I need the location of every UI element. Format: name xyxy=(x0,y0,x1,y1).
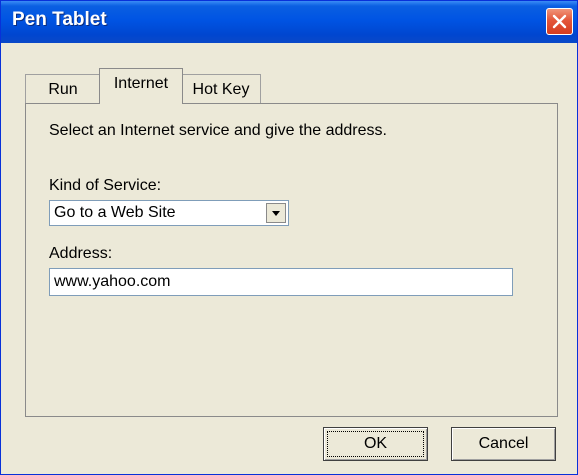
tab-run[interactable]: Run xyxy=(25,74,101,103)
tab-internet[interactable]: Internet xyxy=(99,68,183,104)
title-bar[interactable]: Pen Tablet xyxy=(1,1,577,43)
address-label: Address: xyxy=(49,245,113,262)
close-icon xyxy=(552,14,567,29)
address-field[interactable] xyxy=(49,268,513,296)
pen-tablet-dialog: Pen Tablet Run Internet Hot Key Select a… xyxy=(0,0,578,475)
cancel-button[interactable]: Cancel xyxy=(451,427,556,461)
ok-button-label: OK xyxy=(363,435,388,452)
selected-service: Go to a Web Site xyxy=(54,204,176,221)
kind-of-service-label: Kind of Service: xyxy=(49,177,162,194)
tab-hot-key[interactable]: Hot Key xyxy=(181,74,261,103)
ok-button[interactable]: OK xyxy=(323,427,428,461)
panel-description: Select an Internet service and give the … xyxy=(49,122,387,139)
kind-of-service-dropdown[interactable]: Go to a Web Site xyxy=(49,200,289,226)
window-title: Pen Tablet xyxy=(12,9,107,30)
chevron-down-icon[interactable] xyxy=(266,203,286,223)
close-button[interactable] xyxy=(546,8,573,35)
